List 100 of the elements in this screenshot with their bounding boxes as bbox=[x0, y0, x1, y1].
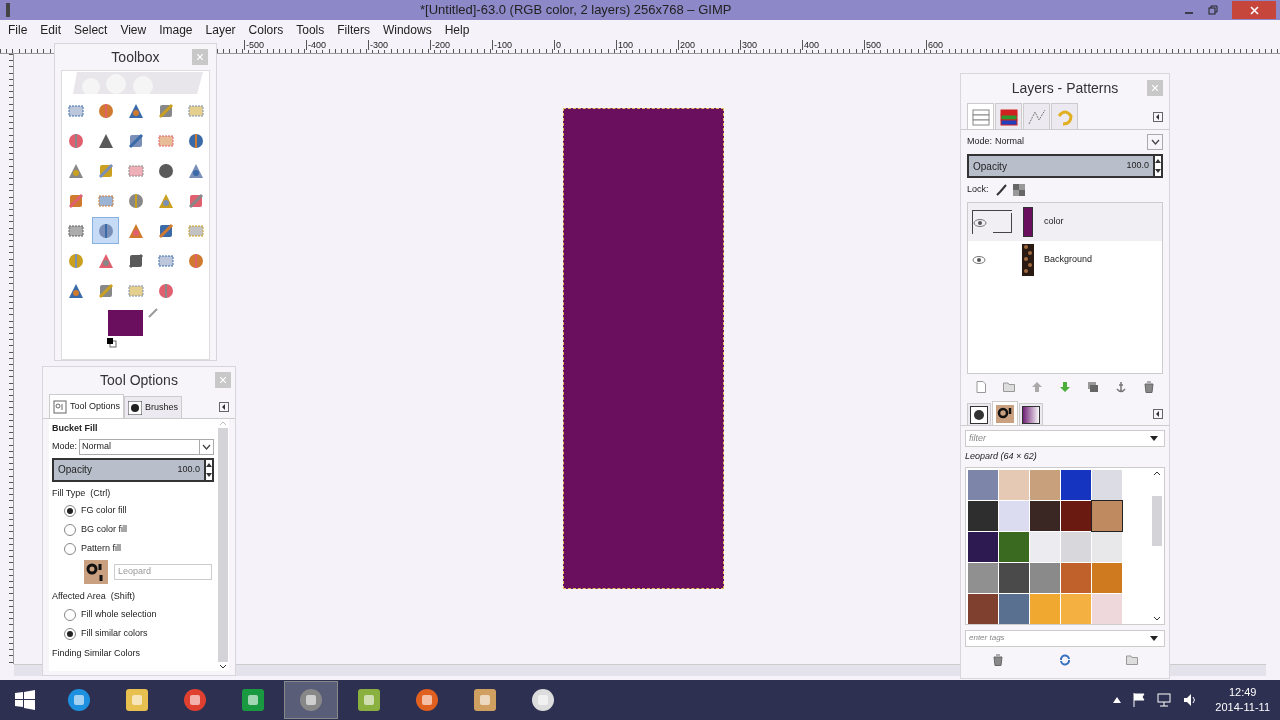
radio-button[interactable] bbox=[64, 608, 76, 621]
filter-field[interactable]: filter bbox=[965, 430, 1165, 447]
anchor-icon[interactable] bbox=[1115, 381, 1127, 393]
new-layer-icon[interactable] bbox=[975, 381, 987, 393]
show-hidden-icon[interactable] bbox=[1113, 697, 1122, 703]
checkerboard-icon[interactable] bbox=[1012, 184, 1025, 196]
menu-item[interactable]: Tools bbox=[296, 21, 325, 39]
spin-arrows-icon[interactable] bbox=[204, 457, 214, 482]
radio-button[interactable] bbox=[64, 543, 76, 555]
clock[interactable]: 12:49 2014-11-11 bbox=[1215, 685, 1270, 715]
brush-icon[interactable] bbox=[970, 405, 988, 424]
menu-item[interactable]: Colors bbox=[248, 21, 284, 39]
trash-icon[interactable] bbox=[992, 653, 1005, 666]
tags-field[interactable]: enter tags bbox=[965, 629, 1165, 647]
layer-row[interactable]: Background bbox=[968, 241, 1162, 279]
pattern-swatch[interactable] bbox=[1030, 593, 1060, 624]
pattern-swatch[interactable] bbox=[1061, 562, 1091, 593]
layer-row[interactable]: color bbox=[968, 203, 1162, 241]
eye-icon[interactable] bbox=[973, 218, 987, 227]
scrollbar-thumb[interactable] bbox=[1152, 495, 1162, 546]
pattern-swatch[interactable] bbox=[1061, 531, 1091, 562]
scroll-up-icon[interactable] bbox=[1153, 470, 1161, 476]
folder-icon[interactable] bbox=[1003, 381, 1015, 393]
dock-tab[interactable]: Tool Options bbox=[49, 394, 125, 418]
pattern-swatch[interactable] bbox=[1061, 593, 1091, 624]
pattern-swatch[interactable] bbox=[999, 500, 1029, 531]
pattern-icon[interactable] bbox=[996, 404, 1014, 423]
volume-icon[interactable] bbox=[1183, 693, 1198, 707]
mode-dropdown-button[interactable] bbox=[1147, 134, 1163, 150]
pattern-swatch[interactable] bbox=[1092, 531, 1122, 562]
paths-icon[interactable] bbox=[1026, 107, 1047, 126]
ruler-label: -200 bbox=[430, 40, 450, 50]
menu-item[interactable]: Edit bbox=[40, 21, 62, 39]
mode-dropdown[interactable]: Normal bbox=[79, 438, 214, 455]
spin-arrows-icon[interactable] bbox=[1153, 154, 1163, 178]
refresh-icon[interactable] bbox=[1059, 653, 1071, 666]
lower-icon[interactable] bbox=[1059, 381, 1071, 393]
flag-icon[interactable] bbox=[1133, 693, 1146, 707]
default-colors-icon[interactable] bbox=[106, 338, 117, 348]
dock-tab[interactable]: Brushes bbox=[124, 396, 183, 418]
pattern-swatch[interactable] bbox=[968, 593, 998, 624]
radio-button[interactable] bbox=[64, 524, 76, 536]
folder-icon[interactable] bbox=[1125, 653, 1138, 666]
trash-icon[interactable] bbox=[1143, 381, 1155, 393]
pattern-swatch[interactable] bbox=[999, 531, 1029, 562]
channels-icon[interactable] bbox=[998, 107, 1019, 126]
pattern-preview[interactable] bbox=[84, 560, 108, 584]
pattern-swatch[interactable] bbox=[968, 531, 998, 562]
gradient-icon[interactable] bbox=[1022, 405, 1040, 424]
pattern-swatch[interactable] bbox=[968, 562, 998, 593]
restore-icon[interactable] bbox=[1208, 5, 1218, 15]
pattern-swatch[interactable] bbox=[999, 593, 1029, 624]
pattern-swatch[interactable] bbox=[1061, 500, 1091, 531]
ruler-label: -100 bbox=[492, 40, 512, 50]
menu-item[interactable]: Filters bbox=[337, 21, 370, 39]
duplicate-icon[interactable] bbox=[1087, 381, 1099, 393]
radio-button[interactable] bbox=[64, 505, 76, 517]
eye-icon[interactable] bbox=[972, 256, 986, 264]
scroll-down-icon[interactable] bbox=[219, 664, 227, 669]
menu-item[interactable]: Image bbox=[159, 21, 193, 39]
menu-item[interactable]: Select bbox=[74, 21, 108, 39]
pattern-swatch[interactable] bbox=[1092, 500, 1122, 531]
tool-button[interactable] bbox=[92, 217, 119, 244]
menu-item[interactable]: Layer bbox=[205, 21, 236, 39]
scroll-down-icon[interactable] bbox=[1153, 615, 1161, 621]
layers-icon[interactable] bbox=[970, 107, 991, 126]
mode-value[interactable]: Normal bbox=[995, 135, 1144, 149]
section-label: Finding Similar Colors bbox=[52, 646, 142, 660]
menu-item[interactable]: Help bbox=[444, 21, 470, 39]
swap-colors-icon[interactable] bbox=[147, 308, 158, 318]
scrollbar-thumb[interactable] bbox=[218, 428, 228, 662]
slider-value: 100.0 bbox=[177, 462, 201, 476]
menu-item[interactable]: Windows bbox=[382, 21, 432, 39]
close-button[interactable] bbox=[1232, 1, 1276, 19]
pattern-swatch[interactable] bbox=[1030, 531, 1060, 562]
pattern-swatch[interactable] bbox=[1030, 469, 1060, 500]
opacity-slider[interactable]: Opacity 100.0 bbox=[52, 457, 204, 482]
dock-menu-icon[interactable] bbox=[1153, 409, 1163, 419]
menu-item[interactable]: View bbox=[120, 21, 147, 39]
pattern-swatch[interactable] bbox=[1030, 562, 1060, 593]
pattern-swatch[interactable] bbox=[1030, 500, 1060, 531]
pattern-swatch[interactable] bbox=[968, 469, 998, 500]
pattern-swatch[interactable] bbox=[999, 562, 1029, 593]
dock-menu-icon[interactable] bbox=[1153, 112, 1163, 122]
pattern-swatch[interactable] bbox=[1092, 562, 1122, 593]
ruler-label: 400 bbox=[802, 40, 820, 50]
opacity-slider[interactable]: Opacity 100.0 bbox=[967, 154, 1153, 178]
radio-button[interactable] bbox=[64, 627, 76, 640]
foreground-color-swatch[interactable] bbox=[107, 310, 143, 336]
pattern-swatch[interactable] bbox=[1061, 469, 1091, 500]
menu-item[interactable]: File bbox=[8, 21, 28, 39]
pattern-swatch[interactable] bbox=[1092, 469, 1122, 500]
pattern-swatch[interactable] bbox=[968, 500, 998, 531]
dock-menu-icon[interactable] bbox=[219, 402, 229, 412]
brush-icon[interactable] bbox=[994, 184, 1007, 196]
raise-icon[interactable] bbox=[1031, 381, 1043, 393]
vertical-scrollbar[interactable] bbox=[217, 419, 229, 671]
network-icon[interactable] bbox=[1157, 693, 1172, 707]
pattern-swatch[interactable] bbox=[1092, 593, 1122, 624]
pattern-swatch[interactable] bbox=[999, 469, 1029, 500]
